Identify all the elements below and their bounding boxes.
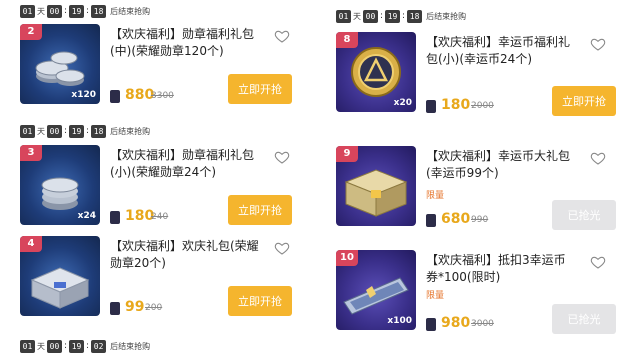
countdown-timer: 01 天 00: 19: 18 后结束抢购 [336, 8, 466, 24]
limited-badge: 限量 [426, 191, 445, 201]
right-column: 01 天 00: 19: 18 后结束抢购 8 x20 【欢庆福利】幸运币福利礼… [332, 0, 640, 360]
heart-icon[interactable] [274, 28, 290, 44]
product-image[interactable]: 3 x24 [20, 145, 100, 225]
product-image[interactable]: 8 x20 [336, 32, 416, 112]
timer-label: 后结束抢购 [110, 126, 151, 136]
product-title: 【欢庆福利】幸运币大礼包(幸运币99个) [426, 149, 571, 180]
buy-now-button[interactable]: 立即开抢 [228, 74, 292, 104]
product-image[interactable]: 2 x120 [20, 24, 100, 104]
ticket-icon [426, 214, 436, 227]
countdown-timer: 01 天 00: 19: 02 后结束抢购 [20, 338, 150, 354]
timer-seconds: 18 [91, 124, 107, 138]
timer-day-unit: 天 [37, 6, 45, 16]
buy-now-button[interactable]: 立即开抢 [552, 86, 616, 116]
heart-icon[interactable] [274, 240, 290, 256]
heart-icon[interactable] [590, 150, 606, 166]
timer-minutes: 19 [69, 124, 85, 138]
original-price: 2000 [471, 101, 494, 111]
original-price: 3300 [151, 91, 174, 101]
timer-seconds: 18 [91, 4, 107, 18]
product-title: 【欢庆福利】抵扣3幸运币券*100(限时) [426, 253, 566, 284]
quantity-label: x120 [71, 90, 96, 100]
timer-hours: 00 [47, 4, 62, 18]
ticket-icon [110, 90, 120, 103]
limited-badge: 限量 [426, 291, 445, 301]
timer-minutes: 19 [69, 339, 85, 353]
rank-badge: 8 [336, 32, 358, 48]
rank-badge: 3 [20, 145, 42, 161]
heart-icon[interactable] [274, 149, 290, 165]
product-title: 【欢庆福利】幸运币福利礼包(小)(幸运币24个) [426, 35, 571, 66]
price: 180 [125, 208, 155, 224]
rank-badge: 9 [336, 146, 358, 162]
timer-day-unit: 天 [37, 341, 45, 351]
product-title: 【欢庆福利】勋章福利礼包(中)(荣耀勋章120个) [110, 27, 255, 58]
product-card: 10 x100 【欢庆福利】抵扣3幸运币券*100(限时) 限量 980 300… [320, 250, 632, 334]
timer-hours: 00 [47, 339, 62, 353]
buy-now-button[interactable]: 立即开抢 [228, 195, 292, 225]
countdown-timer: 01 天 00: 19: 18 后结束抢购 [20, 3, 150, 19]
timer-days: 01 [20, 4, 35, 18]
sold-out-button[interactable]: 已抢光 [552, 304, 616, 334]
price: 880 [125, 87, 155, 103]
countdown-timer: 01 天 00: 19: 18 后结束抢购 [20, 123, 150, 139]
quantity-label: x24 [77, 211, 96, 221]
sold-out-button[interactable]: 已抢光 [552, 200, 616, 230]
price: 680 [441, 211, 471, 227]
rank-badge: 4 [20, 236, 42, 252]
buy-now-button[interactable]: 立即开抢 [228, 286, 292, 316]
ticket-icon [426, 100, 436, 113]
heart-icon[interactable] [590, 36, 606, 52]
timer-hours: 00 [47, 124, 62, 138]
product-title: 【欢庆福利】欢庆礼包(荣耀勋章20个) [110, 239, 259, 270]
timer-label: 后结束抢购 [426, 11, 467, 21]
product-card: 8 x20 【欢庆福利】幸运币福利礼包(小)(幸运币24个) 180 2000 … [320, 32, 632, 116]
product-image[interactable]: 9 [336, 146, 416, 226]
timer-day-unit: 天 [37, 126, 45, 136]
timer-label: 后结束抢购 [110, 6, 151, 16]
original-price: 990 [471, 215, 489, 225]
rank-badge: 10 [336, 250, 358, 266]
original-price: 240 [151, 212, 169, 222]
timer-seconds: 18 [407, 9, 423, 23]
ticket-icon [110, 302, 120, 315]
price: 180 [441, 97, 471, 113]
quantity-label: x100 [387, 316, 412, 326]
timer-seconds: 02 [91, 339, 107, 353]
product-card: 4 【欢庆福利】欢庆礼包(荣耀勋章20个) 99 200 立即开抢 [4, 236, 316, 326]
timer-hours: 00 [363, 9, 378, 23]
timer-day-unit: 天 [353, 11, 361, 21]
price: 980 [441, 315, 471, 331]
product-card: 9 【欢庆福利】幸运币大礼包(幸运币99个) 限量 680 990 已抢光 [320, 146, 632, 230]
product-image[interactable]: 4 [20, 236, 100, 316]
product-image[interactable]: 10 x100 [336, 250, 416, 330]
ticket-icon [110, 211, 120, 224]
timer-minutes: 19 [385, 9, 401, 23]
timer-days: 01 [20, 339, 35, 353]
product-title: 【欢庆福利】勋章福利礼包(小)(荣耀勋章24个) [110, 148, 255, 179]
timer-days: 01 [20, 124, 35, 138]
timer-days: 01 [336, 9, 351, 23]
quantity-label: x20 [393, 98, 412, 108]
product-card: 2 x120 【欢庆福利】勋章福利礼包(中)(荣耀勋章120个) 880 330… [4, 24, 316, 114]
timer-minutes: 19 [69, 4, 85, 18]
ticket-icon [426, 318, 436, 331]
heart-icon[interactable] [590, 254, 606, 270]
rank-badge: 2 [20, 24, 42, 40]
left-column: 01 天 00: 19: 18 后结束抢购 2 x120 【欢庆福利】勋章福利礼… [4, 0, 316, 360]
original-price: 200 [145, 303, 163, 313]
price: 99 [125, 299, 145, 315]
product-card: 3 x24 【欢庆福利】勋章福利礼包(小)(荣耀勋章24个) 180 240 立… [4, 145, 316, 229]
timer-label: 后结束抢购 [110, 341, 151, 351]
original-price: 3000 [471, 319, 494, 329]
